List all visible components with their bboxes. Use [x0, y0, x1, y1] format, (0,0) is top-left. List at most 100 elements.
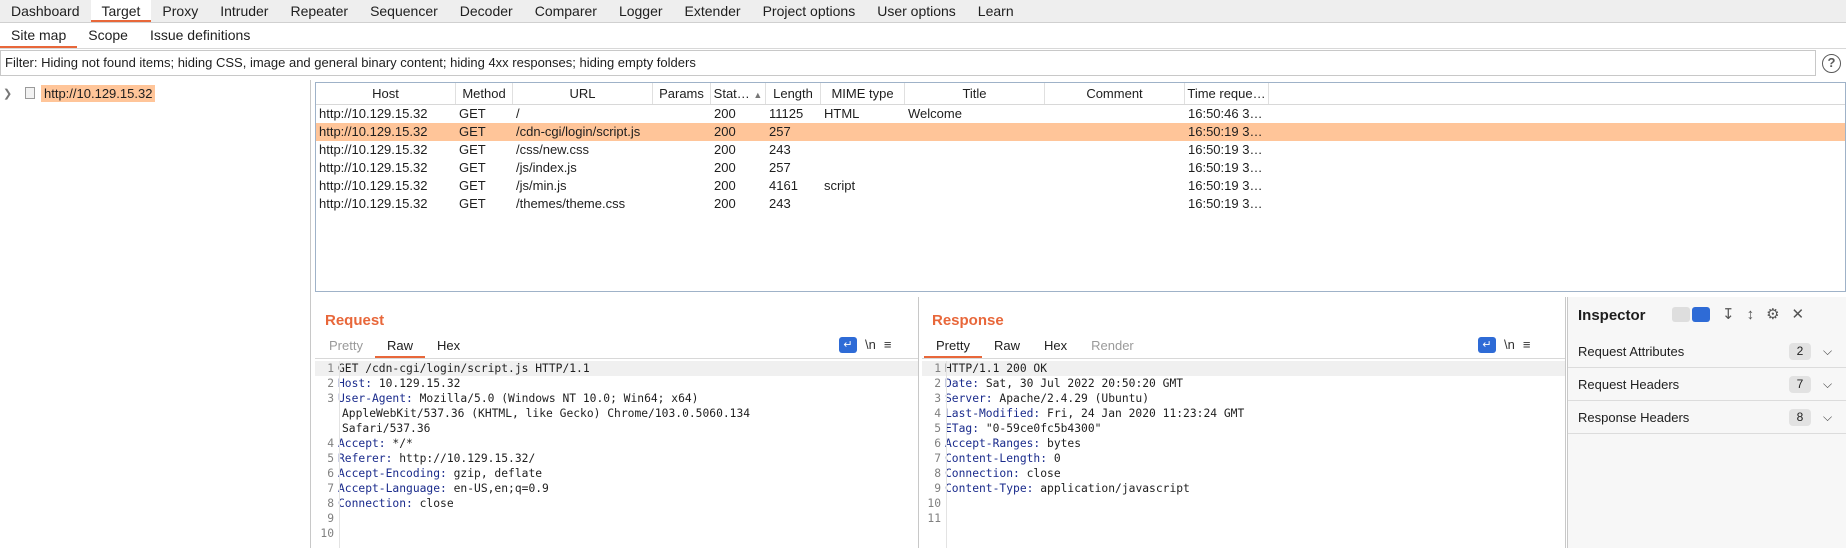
line-number: 11	[927, 512, 941, 525]
header-name: Connection:	[338, 497, 413, 510]
tab-project-options[interactable]: Project options	[752, 0, 867, 22]
table-cell-time: 16:50:19 3…	[1188, 196, 1263, 211]
tab-user-options[interactable]: User options	[866, 0, 967, 22]
code-line: 6 Accept-Ranges: bytes	[922, 436, 1565, 451]
tab-intruder[interactable]: Intruder	[209, 0, 279, 22]
expand-all-icon[interactable]: ↧	[1722, 306, 1735, 323]
code-line: 5 ETag: "0-59ce0fc5b4300"	[922, 421, 1565, 436]
tab-comparer[interactable]: Comparer	[524, 0, 608, 22]
table-row[interactable]: http://10.129.15.32 GET/themes/theme.css 2…	[316, 195, 1845, 213]
tab-extender[interactable]: Extender	[674, 0, 752, 22]
collapse-all-icon[interactable]: ↕	[1747, 306, 1755, 323]
tree-node-label[interactable]: http://10.129.15.32	[41, 84, 156, 102]
header-name: Server:	[945, 392, 993, 405]
request-tab-hex[interactable]: Hex	[425, 336, 472, 358]
request-editor[interactable]: 1 GET /cdn-cgi/login/script.js HTTP/1.1 2 H…	[315, 361, 918, 548]
menu-icon[interactable]: ≡	[1523, 337, 1531, 353]
table-cell-url: /cdn-cgi/login/script.js	[516, 124, 641, 139]
header-name: Last-Modified:	[945, 407, 1041, 420]
column-header-method[interactable]: Method	[456, 83, 513, 104]
close-icon[interactable]: ✕	[1792, 306, 1805, 323]
table-row[interactable]: http://10.129.15.32 GET/css/new.css 200 243…	[316, 141, 1845, 159]
word-wrap-icon[interactable]: ↵	[839, 337, 857, 353]
inspector-section-response-headers[interactable]: Response Headers 8 ⌵	[1568, 401, 1846, 434]
tab-logger[interactable]: Logger	[608, 0, 674, 22]
tab-decoder[interactable]: Decoder	[449, 0, 524, 22]
table-row[interactable]: http://10.129.15.32 GET/js/index.js 200 257…	[316, 159, 1845, 177]
chevron-down-icon[interactable]: ⌵	[1823, 344, 1837, 359]
column-header-url[interactable]: URL	[513, 83, 653, 104]
table-cell-host: http://10.129.15.32	[319, 196, 428, 211]
column-header-host[interactable]: Host	[316, 83, 456, 104]
tab-target[interactable]: Target	[90, 0, 152, 22]
table-row[interactable]: http://10.129.15.32 GET/cdn-cgi/login/scr…	[316, 123, 1845, 141]
header-value: application/javascript	[1033, 482, 1190, 495]
site-map-tree: ❯ http://10.129.15.32	[0, 80, 311, 548]
response-tab-hex[interactable]: Hex	[1032, 336, 1079, 358]
tab-scope[interactable]: Scope	[77, 23, 139, 48]
gutter	[946, 361, 947, 548]
table-cell-time: 16:50:19 3…	[1188, 178, 1263, 193]
response-tab-render[interactable]: Render	[1079, 336, 1146, 358]
gear-icon[interactable]: ⚙	[1766, 306, 1779, 323]
column-header-title[interactable]: Title	[905, 83, 1045, 104]
tab-site-map[interactable]: Site map	[0, 23, 78, 48]
chevron-right-icon[interactable]: ❯	[3, 87, 17, 100]
tree-node-host[interactable]: ❯ http://10.129.15.32	[0, 84, 156, 102]
inspector-section-request-headers[interactable]: Request Headers 7 ⌵	[1568, 368, 1846, 401]
folder-icon	[25, 87, 35, 99]
table-row[interactable]: http://10.129.15.32 GET / 200 11125 HTML Welco…	[316, 105, 1845, 123]
table-cell-time: 16:50:46 3…	[1188, 106, 1263, 121]
tab-issue-definitions[interactable]: Issue definitions	[139, 23, 261, 48]
table-cell-status: 200	[714, 178, 736, 193]
header-name: Accept-Ranges:	[945, 437, 1041, 450]
response-tab-pretty[interactable]: Pretty	[924, 336, 982, 358]
table-cell-length: 4161	[769, 178, 798, 193]
request-tab-raw[interactable]: Raw	[374, 336, 425, 358]
column-header-time-requested[interactable]: Time reque…	[1185, 83, 1269, 104]
help-icon[interactable]: ?	[1822, 54, 1841, 73]
table-row[interactable]: http://10.129.15.32 GET/js/min.js 200 4161 s…	[316, 177, 1845, 195]
line-number: 7	[327, 482, 334, 495]
inspector-section-request-attributes[interactable]: Request Attributes 2 ⌵	[1568, 335, 1846, 368]
chevron-down-icon[interactable]: ⌵	[1823, 410, 1837, 425]
code-line: 8 Connection: close	[315, 496, 918, 511]
code-line: 4 Accept: */*	[315, 436, 918, 451]
tab-dashboard[interactable]: Dashboard	[0, 0, 91, 22]
tab-sequencer[interactable]: Sequencer	[359, 0, 449, 22]
menu-icon[interactable]: ≡	[884, 337, 892, 353]
table-cell-length: 257	[769, 124, 791, 139]
chevron-down-icon[interactable]: ⌵	[1823, 377, 1837, 392]
column-header-length[interactable]: Length	[766, 83, 821, 104]
newline-icon[interactable]: \n	[865, 337, 876, 353]
filter-bar[interactable]: Filter: Hiding not found items; hiding C…	[0, 50, 1816, 76]
response-tab-raw[interactable]: Raw	[982, 336, 1032, 358]
column-header-params[interactable]: Params	[653, 83, 711, 104]
line-number: 9	[327, 512, 334, 525]
table-cell-host: http://10.129.15.32	[319, 178, 428, 193]
header-value: close	[412, 497, 454, 510]
inspector-title: Inspector	[1578, 307, 1646, 324]
list-view-icon[interactable]	[1672, 307, 1690, 322]
table-cell-status: 200	[714, 106, 736, 121]
code-text: Last-Modified: Fri, 24 Jan 2020 11:23:24…	[945, 406, 1244, 421]
table-cell-comment	[1045, 177, 1185, 195]
code-line: 9	[315, 511, 918, 526]
tab-repeater[interactable]: Repeater	[279, 0, 359, 22]
code-text: Host: 10.129.15.32	[338, 376, 460, 391]
inspector-layout-toggle[interactable]	[1672, 307, 1710, 322]
line-number: 8	[934, 467, 941, 480]
column-header-comment[interactable]: Comment	[1045, 83, 1185, 104]
newline-icon[interactable]: \n	[1504, 337, 1515, 353]
response-editor[interactable]: 1 HTTP/1.1 200 OK 2 Date: Sat, 30 Jul 2022 …	[922, 361, 1565, 548]
tab-proxy[interactable]: Proxy	[151, 0, 209, 22]
column-header-mime-type[interactable]: MIME type	[821, 83, 905, 104]
tab-learn[interactable]: Learn	[967, 0, 1025, 22]
request-tab-pretty[interactable]: Pretty	[317, 336, 375, 358]
column-header-status[interactable]: Stat… ▲	[711, 83, 766, 104]
panel-view-icon[interactable]	[1692, 307, 1710, 322]
table-cell-status: 200	[714, 124, 736, 139]
word-wrap-icon[interactable]: ↵	[1478, 337, 1496, 353]
line-number: 3	[934, 392, 941, 405]
header-name: Connection:	[945, 467, 1020, 480]
